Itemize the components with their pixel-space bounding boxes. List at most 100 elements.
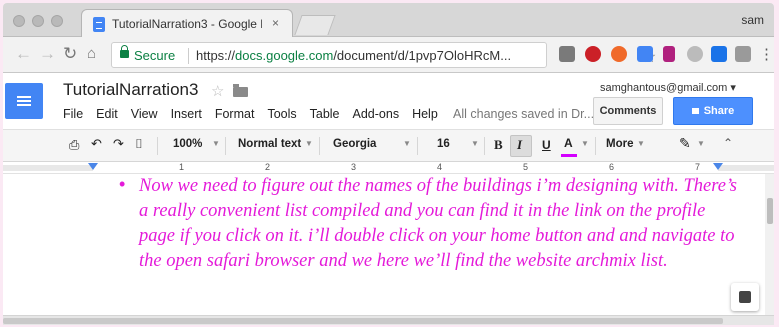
docs-icon[interactable] [637, 46, 653, 62]
url-protocol: https:// [196, 48, 236, 63]
tab-active[interactable]: TutorialNarration3 - Google Do × [81, 9, 293, 37]
chevron-down-icon: ▼ [403, 139, 411, 148]
evernote-icon[interactable] [559, 46, 575, 62]
chevron-down-icon: ▼ [305, 139, 313, 148]
zoom-select[interactable]: 100% [173, 138, 202, 150]
text-color-indicator [561, 154, 577, 157]
tab-title: TutorialNarration3 - Google Do [112, 17, 262, 31]
docs-header: TutorialNarration3 ☆ File Edit View Insert F… [3, 73, 774, 129]
undo-icon[interactable]: ↶ [91, 136, 102, 152]
lock-icon [120, 45, 129, 58]
collapse-toolbar-icon[interactable]: ⌃ [723, 136, 733, 150]
account-email-text: samghantous@gmail.com [600, 82, 728, 94]
toolbar-divider [484, 137, 485, 155]
menu-bar: File Edit View Insert Format Tools Table Add-on… [63, 107, 451, 121]
ruler-number: 6 [609, 162, 615, 172]
trello-icon[interactable] [663, 46, 675, 62]
text-color-button[interactable]: A [564, 136, 573, 150]
chevron-down-icon: ▼ [697, 139, 705, 148]
minimize-window-button[interactable] [32, 15, 44, 27]
italic-button[interactable]: I [517, 137, 522, 153]
ruler-number: 7 [695, 162, 701, 172]
close-window-button[interactable] [13, 15, 25, 27]
extension-gray-icon[interactable] [687, 46, 703, 62]
chevron-down-icon: ▼ [581, 139, 589, 148]
menu-insert[interactable]: Insert [171, 107, 202, 121]
menu-view[interactable]: View [131, 107, 158, 121]
comments-button[interactable]: Comments [593, 97, 663, 125]
forward-icon[interactable]: → [39, 44, 56, 64]
menu-format[interactable]: Format [215, 107, 255, 121]
menu-file[interactable]: File [63, 107, 83, 121]
menu-tools[interactable]: Tools [267, 107, 296, 121]
folder-icon[interactable] [233, 84, 248, 97]
vertical-scroll-thumb[interactable] [767, 198, 773, 224]
maximize-window-button[interactable] [51, 15, 63, 27]
share-button[interactable]: Share [673, 97, 753, 125]
save-status[interactable]: All changes saved in Dr... [453, 107, 594, 121]
style-select[interactable]: Normal text [238, 138, 301, 150]
profile-name[interactable]: sam [741, 13, 764, 27]
ruler-number: 4 [437, 162, 443, 172]
star-document-icon[interactable]: ☆ [211, 82, 224, 100]
address-divider [188, 48, 189, 64]
lock-icon [691, 108, 699, 114]
extension-orange-icon[interactable] [611, 46, 627, 62]
chevron-down-icon: ▼ [471, 139, 479, 148]
camera-icon[interactable] [735, 46, 751, 62]
ruler-number: 2 [265, 162, 271, 172]
pinterest-icon[interactable] [585, 46, 601, 62]
docs-favicon-icon [93, 17, 105, 32]
horizontal-scrollbar[interactable] [3, 315, 774, 325]
right-indent-marker[interactable] [713, 163, 723, 170]
back-icon[interactable]: ← [15, 44, 32, 64]
menu-add-ons[interactable]: Add-ons [353, 107, 400, 121]
new-tab-button[interactable] [294, 15, 336, 35]
extension-blue-icon[interactable] [711, 46, 727, 62]
toolbar-divider [595, 137, 596, 155]
ruler-right-margin [718, 165, 774, 171]
paint-format-icon[interactable]: ⌷ [135, 136, 143, 152]
document-title[interactable]: TutorialNarration3 [63, 80, 198, 100]
list-bullet: • [119, 174, 126, 194]
tab-bar: TutorialNarration3 - Google Do × sam [3, 3, 774, 37]
more-button[interactable]: More [606, 138, 633, 150]
font-size-select[interactable]: 16 [437, 138, 450, 150]
secure-label: Secure [134, 48, 176, 63]
chevron-down-icon: ▼ [637, 139, 645, 148]
chevron-down-icon: ▼ [212, 139, 220, 148]
redo-icon[interactable]: ↷ [113, 136, 124, 152]
menu-edit[interactable]: Edit [96, 107, 118, 121]
vertical-scrollbar[interactable] [765, 174, 774, 315]
document-paragraph[interactable]: Now we need to figure out the names of t… [139, 174, 739, 274]
menu-icon[interactable]: ⋮ [759, 45, 774, 63]
home-icon[interactable]: ⌂ [87, 45, 96, 62]
menu-table[interactable]: Table [310, 107, 340, 121]
docs-home-icon[interactable] [5, 83, 43, 119]
bold-button[interactable]: B [494, 137, 503, 153]
menu-help[interactable]: Help [412, 107, 438, 121]
left-indent-marker[interactable] [88, 163, 98, 170]
tab-close-icon[interactable]: × [272, 16, 279, 30]
explore-button[interactable] [731, 283, 759, 311]
share-label: Share [703, 105, 735, 117]
horizontal-scroll-thumb[interactable] [3, 318, 723, 324]
url-path: /document/d/1pvp7OloHRcM... [333, 48, 512, 63]
document-canvas[interactable]: • Now we need to figure out the names of… [3, 174, 774, 315]
address-bar[interactable]: Secure https://docs.google.com/document/… [111, 42, 656, 68]
ruler-number: 5 [523, 162, 529, 172]
account-email[interactable]: samghantous@gmail.com ▾ [600, 81, 736, 94]
toolbar-divider [417, 137, 418, 155]
ruler: 1 2 3 4 5 6 7 [3, 162, 774, 174]
print-icon[interactable]: ⎙ [69, 137, 79, 153]
reload-icon[interactable]: ↻ [63, 44, 77, 64]
ruler-number: 1 [179, 162, 185, 172]
editing-mode-pen-icon[interactable]: ✎ [679, 135, 691, 152]
toolbar-divider [157, 137, 158, 155]
url-text[interactable]: https://docs.google.com/document/d/1pvp7… [196, 48, 536, 63]
url-domain: docs.google.com [235, 48, 334, 63]
ruler-number: 3 [351, 162, 357, 172]
formatting-toolbar: ⎙ ↶ ↷ ⌷ 100% ▼ Normal text ▼ Georgia ▼ 1… [3, 129, 774, 162]
font-select[interactable]: Georgia [333, 138, 376, 150]
underline-button[interactable]: U [542, 138, 551, 152]
